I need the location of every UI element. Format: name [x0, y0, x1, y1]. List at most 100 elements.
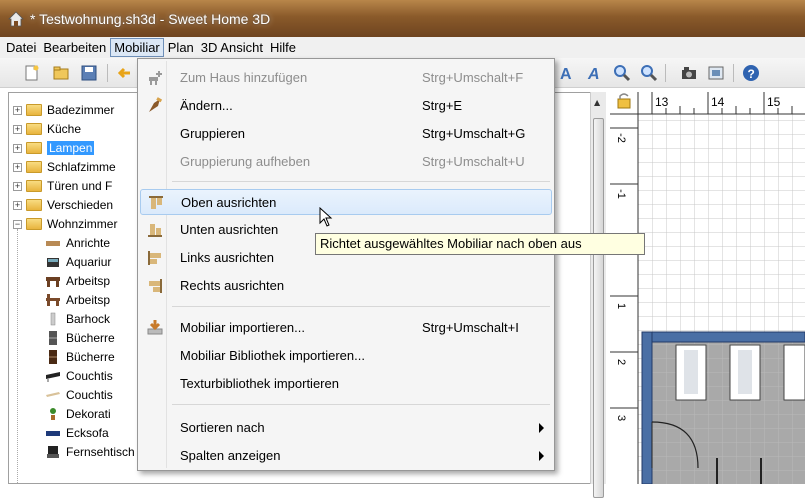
tree-folder-tueren[interactable]: + Türen und F: [13, 177, 112, 195]
tree-item[interactable]: Fernsehtisch: [45, 443, 135, 461]
open-icon[interactable]: [52, 64, 70, 82]
zoom-out-icon[interactable]: [640, 64, 658, 82]
expand-icon[interactable]: +: [13, 124, 22, 134]
menu-item-sort-by[interactable]: Sortieren nach: [140, 415, 552, 441]
svg-text:A: A: [560, 66, 572, 82]
tree-item[interactable]: Arbeitsp: [45, 272, 110, 290]
item-label: Fernsehtisch: [66, 445, 135, 459]
title-bar: * Testwohnung.sh3d - Sweet Home 3D: [0, 0, 805, 37]
align-right-icon: [149, 279, 162, 293]
expand-icon[interactable]: +: [13, 162, 22, 172]
menu-item-group[interactable]: Gruppieren Strg+Umschalt+G: [140, 121, 552, 147]
ruler-x-label: 13: [655, 95, 669, 109]
item-label: Aquariur: [66, 255, 112, 269]
modify-furniture-icon: [149, 97, 163, 112]
tree-item[interactable]: Anrichte: [45, 234, 110, 252]
plan-view[interactable]: 13 14 15 -2 -1 0 1 2 3: [610, 92, 805, 484]
align-top-icon: [149, 196, 163, 209]
folder-label: Türen und F: [47, 179, 113, 193]
undo-arrow-icon[interactable]: [118, 64, 132, 82]
tree-item[interactable]: Dekorati: [45, 405, 111, 423]
ruler-y-label: 1: [615, 302, 628, 310]
menu-item-label: Links ausrichten: [180, 250, 274, 265]
tree-folder-schlafzimmer[interactable]: + Schlafzimme: [13, 158, 116, 176]
submenu-arrow-icon: [539, 451, 544, 461]
tree-item[interactable]: Bücherre: [45, 348, 115, 366]
tree-item[interactable]: Couchtis: [45, 367, 113, 385]
coffee-table-icon: [46, 392, 60, 397]
text-italic-a-icon[interactable]: A: [586, 64, 604, 82]
window-title: * Testwohnung.sh3d - Sweet Home 3D: [30, 10, 271, 27]
menu-item-modify[interactable]: Ändern... Strg+E: [140, 93, 552, 119]
camera-icon[interactable]: [680, 64, 698, 82]
menu-item-add-to-home[interactable]: Zum Haus hinzufügen Strg+Umschalt+F: [140, 65, 552, 91]
tree-item[interactable]: Bücherre: [45, 329, 115, 347]
save-icon[interactable]: [80, 64, 98, 82]
menu-item-import-textures[interactable]: Texturbibliothek importieren: [140, 371, 552, 397]
folder-label: Küche: [47, 122, 82, 136]
tree-folder-wohnzimmer[interactable]: − Wohnzimmer: [13, 215, 117, 233]
expand-icon[interactable]: +: [13, 181, 22, 191]
menu-mobiliar[interactable]: Mobiliar: [110, 38, 164, 57]
tree-item[interactable]: Ecksofa: [45, 424, 109, 442]
item-label: Arbeitsp: [66, 293, 111, 307]
menu-item-import-furniture[interactable]: Mobiliar importieren... Strg+Umschalt+I: [140, 315, 552, 341]
menu-plan[interactable]: Plan: [165, 39, 197, 56]
new-file-icon[interactable]: [23, 64, 41, 82]
collapse-icon[interactable]: −: [13, 219, 22, 229]
menu-bearbeiten[interactable]: Bearbeiten: [40, 39, 109, 56]
create-photo-icon[interactable]: [707, 64, 725, 82]
svg-text:?: ?: [748, 67, 755, 81]
menu-item-import-library[interactable]: Mobiliar Bibliothek importieren...: [140, 343, 552, 369]
tree-folder-lampen[interactable]: + Lampen: [13, 139, 95, 157]
menu-item-align-right[interactable]: Rechts ausrichten: [140, 273, 552, 299]
item-label: Dekorati: [66, 407, 111, 421]
scrollbar-thumb[interactable]: [593, 118, 604, 498]
ruler-y-label: 3: [615, 414, 628, 422]
menu-item-shortcut: Strg+Umschalt+I: [422, 320, 519, 335]
item-label: Barhock: [66, 312, 111, 326]
expand-icon[interactable]: +: [13, 105, 22, 115]
tree-folder-verschiedenes[interactable]: + Verschieden: [13, 196, 113, 214]
menu-item-label: Zum Haus hinzufügen: [180, 70, 308, 85]
plan-canvas[interactable]: [610, 92, 805, 484]
folder-icon: [26, 104, 42, 116]
menu-separator: [172, 181, 550, 182]
tree-item[interactable]: Arbeitsp: [45, 291, 110, 309]
catalog-scrollbar[interactable]: ▲: [590, 92, 606, 498]
item-label: Bücherre: [66, 331, 115, 345]
ruler-y-label: -1: [614, 189, 627, 199]
tooltip: Richtet ausgewähltes Mobiliar nach oben …: [315, 233, 645, 255]
tree-folder-badezimmer[interactable]: + Badezimmer: [13, 101, 114, 119]
tree-item[interactable]: Couchtis: [45, 386, 113, 404]
expand-icon[interactable]: +: [13, 200, 22, 210]
menu-hilfe[interactable]: Hilfe: [267, 39, 299, 56]
folder-label: Schlafzimme: [47, 160, 116, 174]
tree-item[interactable]: Barhock: [45, 310, 110, 328]
item-label: Arbeitsp: [66, 274, 111, 288]
expand-icon[interactable]: +: [13, 143, 22, 153]
zoom-in-icon[interactable]: [613, 64, 631, 82]
menu-datei[interactable]: Datei: [3, 39, 39, 56]
scroll-up-arrow-icon[interactable]: ▲: [594, 98, 600, 107]
text-style-a-icon[interactable]: A: [558, 64, 576, 82]
tree-folder-kueche[interactable]: + Küche: [13, 120, 81, 138]
ruler-x-label: 15: [767, 95, 781, 109]
menu-item-label: Mobiliar Bibliothek importieren...: [180, 348, 365, 363]
folder-label: Verschieden: [47, 198, 114, 212]
menu-item-show-columns[interactable]: Spalten anzeigen: [140, 443, 552, 469]
folder-icon: [26, 180, 42, 192]
folder-icon: [26, 142, 42, 154]
help-icon[interactable]: ?: [742, 64, 760, 82]
menu-item-ungroup[interactable]: Gruppierung aufheben Strg+Umschalt+U: [140, 149, 552, 175]
menu-3d-ansicht[interactable]: 3D Ansicht: [198, 39, 266, 56]
tree-item[interactable]: Aquariur: [45, 253, 111, 271]
toolbar-separator: [107, 64, 108, 82]
folder-icon: [26, 161, 42, 173]
item-label: Couchtis: [66, 388, 113, 402]
coffee-table-icon: [46, 372, 60, 382]
sweet-home-app-icon: [8, 10, 24, 26]
desk-icon: [46, 294, 60, 306]
ruler-y-label: 2: [615, 358, 628, 366]
menu-item-align-top[interactable]: Oben ausrichten: [140, 189, 552, 215]
